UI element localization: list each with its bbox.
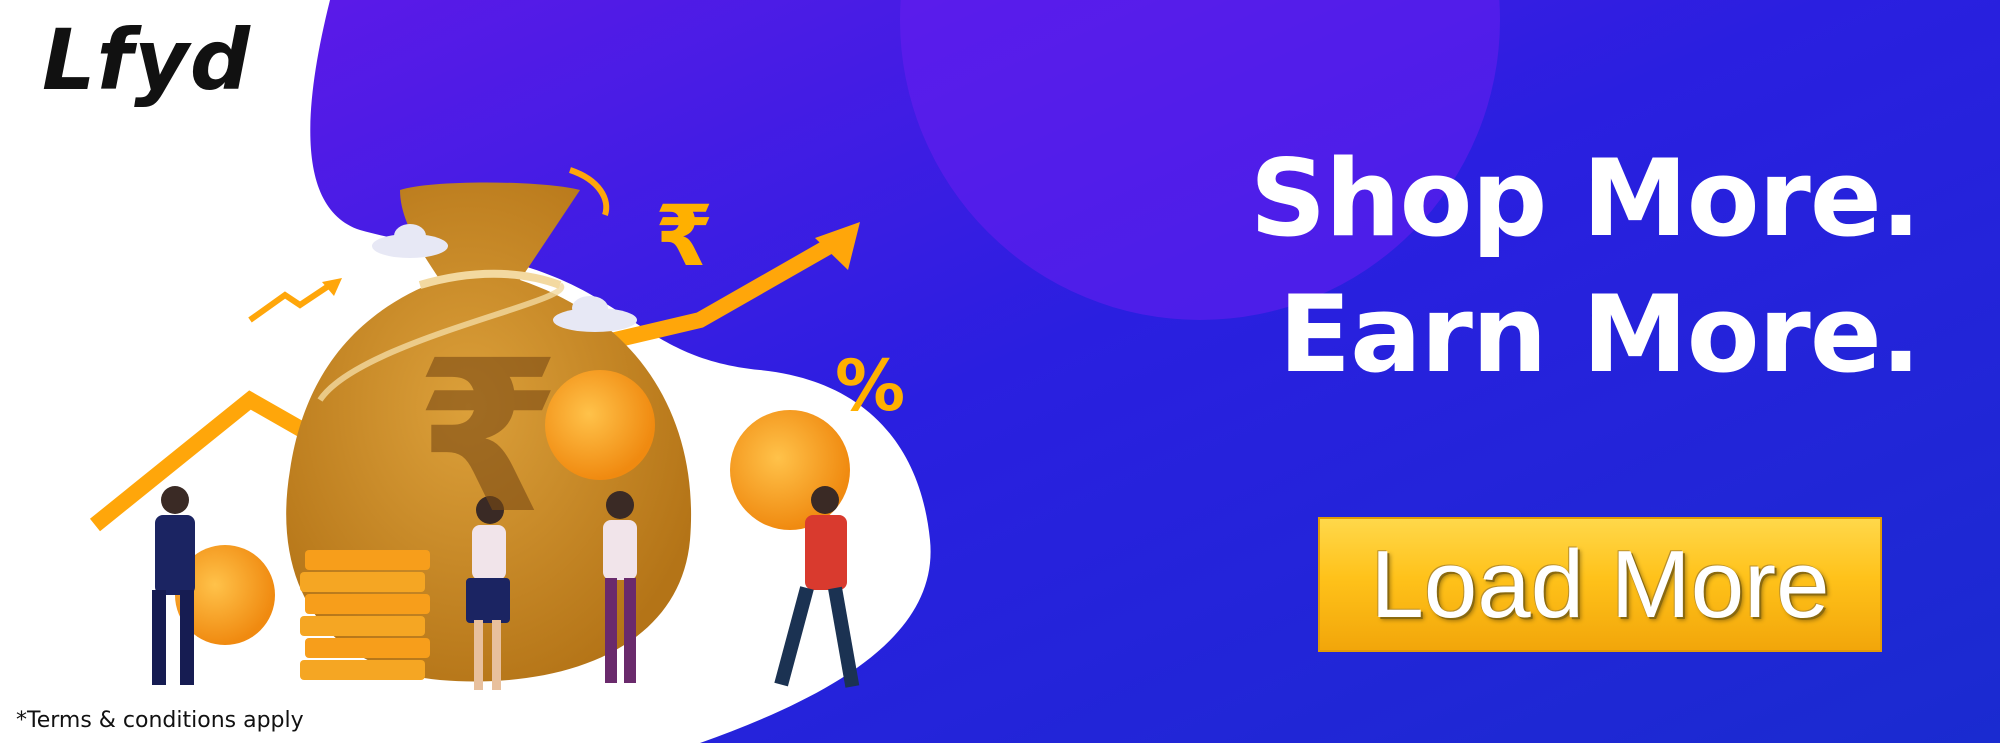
terms-disclaimer: *Terms & conditions apply (16, 708, 304, 733)
headline-line-1: Shop More. (1249, 137, 1921, 260)
person-figure (152, 486, 195, 685)
rupee-symbol-large: ₹ (415, 315, 561, 560)
coin (545, 370, 655, 480)
promo-banner: ₹ ₹ % Lfyd Shop More. Earn More. Load Mo… (0, 0, 2000, 743)
headline-line-2: Earn More. (1278, 273, 1921, 396)
load-more-button[interactable]: Load More (1318, 517, 1882, 652)
small-arrow (248, 282, 332, 323)
rupee-symbol-small: ₹ (655, 187, 713, 285)
brand-logo[interactable]: Lfyd (42, 18, 251, 102)
load-more-label: Load More (1370, 530, 1830, 638)
percent-symbol: % (835, 345, 905, 427)
